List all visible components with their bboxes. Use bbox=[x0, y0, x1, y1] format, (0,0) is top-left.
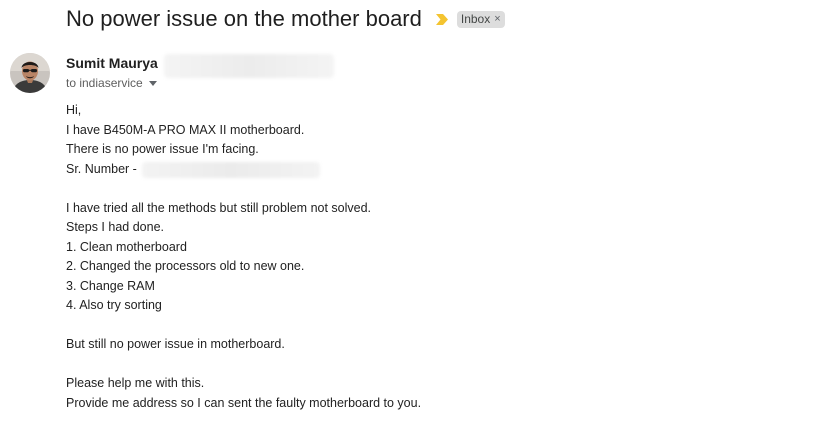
chevron-down-icon[interactable] bbox=[148, 80, 157, 86]
email-view: No power issue on the mother board Inbox… bbox=[0, 0, 828, 424]
body-line: Hi, bbox=[66, 103, 82, 117]
recipient-details: to indiaservice bbox=[66, 76, 157, 90]
body-line: Please help me with this. bbox=[66, 376, 205, 390]
body-blank-line bbox=[66, 316, 806, 336]
recipient-text: to indiaservice bbox=[66, 76, 143, 90]
body-blank-line bbox=[66, 179, 806, 199]
body-line: But still no power issue in motherboard. bbox=[66, 337, 285, 351]
body-line: 3. Change RAM bbox=[66, 278, 155, 293]
importance-marker-icon[interactable] bbox=[435, 13, 448, 25]
body-blank-line bbox=[66, 355, 806, 375]
body-line: There is no power issue I'm facing. bbox=[66, 142, 259, 156]
body-line: I have B450M-A PRO MAX II motherboard. bbox=[66, 122, 305, 137]
body-line: I have tried all the methods but still p… bbox=[66, 200, 372, 215]
inbox-label-chip[interactable]: Inbox × bbox=[456, 10, 505, 28]
sender-name: Sumit Maurya bbox=[66, 55, 158, 71]
body-line: Provide me address so I can sent the fau… bbox=[66, 395, 422, 410]
body-line: 4. Also try sorting bbox=[66, 298, 162, 312]
subject-row: No power issue on the mother board Inbox… bbox=[66, 4, 505, 34]
remove-label-icon[interactable]: × bbox=[494, 13, 500, 25]
label-chip-text: Inbox bbox=[460, 12, 491, 26]
email-subject: No power issue on the mother board bbox=[66, 6, 422, 31]
body-line: Steps I had done. bbox=[66, 220, 164, 234]
redacted-sender-email bbox=[164, 54, 334, 78]
body-line: Sr. Number - bbox=[66, 160, 806, 180]
body-line: 1. Clean motherboard bbox=[66, 239, 187, 254]
sender-avatar[interactable] bbox=[10, 53, 50, 93]
body-line: 2. Changed the processors old to new one… bbox=[66, 259, 305, 273]
email-body: Hi, I have B450M-A PRO MAX II motherboard… bbox=[66, 101, 806, 413]
redacted-serial-number bbox=[142, 161, 320, 178]
